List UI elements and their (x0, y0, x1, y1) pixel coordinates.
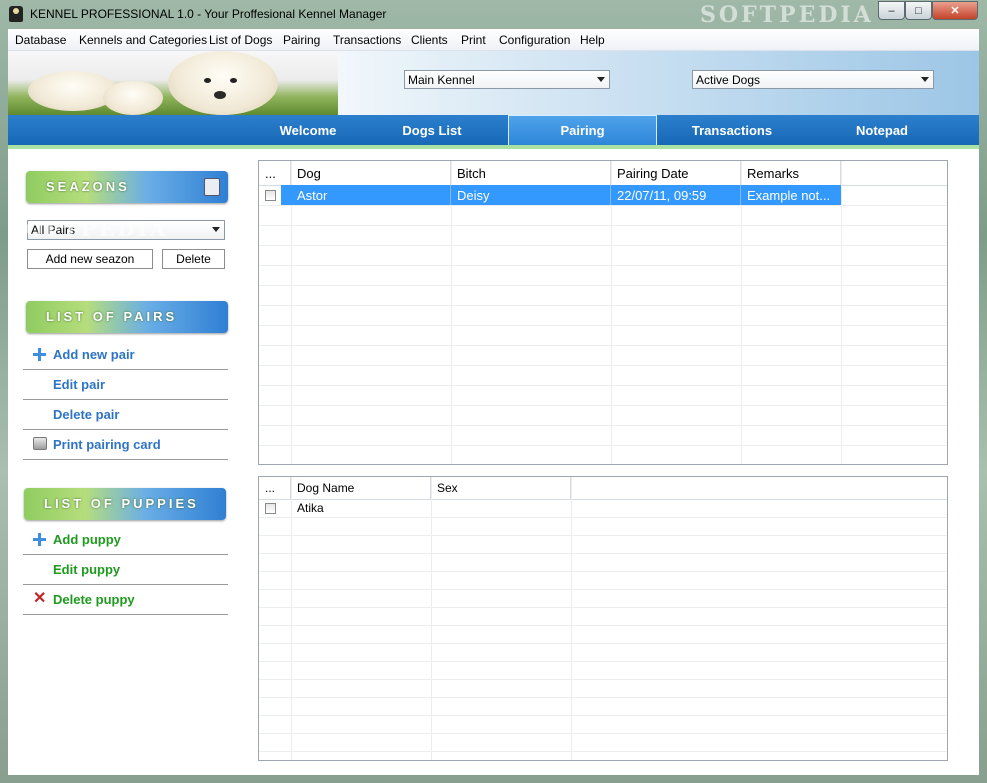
table-row[interactable]: Astor Deisy 22/07/11, 09:59 Example not.… (259, 185, 841, 205)
tab-transactions[interactable]: Transactions (672, 115, 792, 145)
add-season-button[interactable]: Add new seazon (27, 249, 153, 269)
puppies-title: LIST OF PUPPIES (44, 496, 199, 511)
column-header-pairing-date[interactable]: Pairing Date (611, 161, 741, 185)
table-row[interactable]: Atika (259, 499, 571, 517)
menu-database[interactable]: Database (15, 33, 66, 47)
printer-icon (33, 437, 47, 450)
cell-dog-name: Atika (297, 501, 324, 515)
seasons-header: SEAZONS (26, 171, 228, 203)
tab-welcome[interactable]: Welcome (248, 115, 368, 145)
edit-pair-label: Edit pair (53, 377, 106, 392)
print-pairing-card-label: Print pairing card (53, 437, 161, 452)
cell-bitch: Deisy (451, 185, 611, 205)
column-header-remarks[interactable]: Remarks (741, 161, 841, 185)
delete-x-icon: ✕ (33, 590, 47, 607)
pairs-title: LIST OF PAIRS (46, 309, 178, 324)
header-banner: Main Kennel Active Dogs (8, 51, 979, 115)
minimize-button[interactable]: – (878, 1, 905, 20)
kennel-select[interactable]: Main Kennel (404, 70, 610, 89)
chevron-down-icon (921, 77, 929, 82)
seasons-title: SEAZONS (46, 179, 130, 194)
edit-puppy-link[interactable]: Edit puppy (23, 555, 228, 585)
add-pair-link[interactable]: Add new pair (23, 340, 228, 370)
window-title: KENNEL PROFESSIONAL 1.0 - Your Proffesio… (30, 7, 387, 21)
dogs-filter-value: Active Dogs (696, 73, 761, 87)
add-pair-label: Add new pair (53, 347, 135, 362)
chevron-down-icon (212, 227, 220, 232)
row-checkbox[interactable] (265, 503, 276, 514)
cell-dog: Astor (291, 185, 451, 205)
column-header-dog-name[interactable]: Dog Name (291, 477, 431, 499)
cell-pairing-date: 22/07/11, 09:59 (611, 185, 741, 205)
pairs-header: LIST OF PAIRS (26, 301, 228, 333)
tab-pairing[interactable]: Pairing (508, 115, 657, 145)
delete-puppy-label: Delete puppy (53, 592, 135, 607)
delete-pair-label: Delete pair (53, 407, 120, 422)
column-header-select[interactable]: ... (259, 477, 291, 499)
pairs-grid[interactable]: ... Dog Bitch Pairing Date Remarks Astor… (258, 160, 948, 465)
cell-sex (431, 499, 571, 517)
app-icon (9, 6, 23, 22)
delete-season-button[interactable]: Delete (162, 249, 225, 269)
maximize-button[interactable]: □ (905, 1, 932, 20)
tab-notepad[interactable]: Notepad (822, 115, 942, 145)
puppies-photo (8, 51, 338, 115)
column-header-bitch[interactable]: Bitch (451, 161, 611, 185)
tab-dogs-list[interactable]: Dogs List (372, 115, 492, 145)
print-pairing-card-link[interactable]: Print pairing card (23, 430, 228, 460)
menu-help[interactable]: Help (580, 33, 605, 47)
delete-pair-link[interactable]: Delete pair (23, 400, 228, 430)
edit-pair-link[interactable]: Edit pair (23, 370, 228, 400)
chevron-down-icon (597, 77, 605, 82)
delete-puppy-link[interactable]: ✕ Delete puppy (23, 585, 228, 615)
watermark-logo: SOFTPEDIA (8, 217, 169, 241)
dogs-filter-select[interactable]: Active Dogs (692, 70, 934, 89)
menu-configuration[interactable]: Configuration (499, 33, 570, 47)
menu-pairing[interactable]: Pairing (283, 33, 320, 47)
puppies-grid-header: ... Dog Name Sex (259, 477, 947, 500)
column-header-sex[interactable]: Sex (431, 477, 571, 499)
menu-transactions[interactable]: Transactions (333, 33, 401, 47)
title-bar[interactable]: KENNEL PROFESSIONAL 1.0 - Your Proffesio… (0, 0, 987, 29)
pairs-grid-header: ... Dog Bitch Pairing Date Remarks (259, 161, 947, 186)
menu-bar: Database Kennels and Categories List of … (8, 29, 979, 51)
column-header-select[interactable]: ... (259, 161, 291, 185)
add-puppy-label: Add puppy (53, 532, 121, 547)
column-header-dog[interactable]: Dog (291, 161, 451, 185)
edit-puppy-label: Edit puppy (53, 562, 121, 577)
menu-clients[interactable]: Clients (411, 33, 448, 47)
cell-remarks: Example not... (747, 187, 831, 203)
watermark-logo: SOFTPEDIA (700, 2, 874, 28)
menu-kennels-and-categories[interactable]: Kennels and Categories (79, 33, 207, 47)
main-tab-bar: Welcome Dogs List Pairing Transactions N… (8, 115, 979, 149)
close-button[interactable]: ✕ (932, 1, 978, 20)
menu-print[interactable]: Print (461, 33, 486, 47)
client-area: Database Kennels and Categories List of … (8, 29, 979, 775)
menu-list-of-dogs[interactable]: List of Dogs (209, 33, 272, 47)
puppies-grid[interactable]: ... Dog Name Sex Atika (258, 476, 948, 761)
add-puppy-link[interactable]: Add puppy (23, 525, 228, 555)
plus-icon (33, 348, 46, 361)
puppies-header: LIST OF PUPPIES (24, 488, 226, 520)
calendar-icon (204, 178, 220, 196)
kennel-select-value: Main Kennel (408, 73, 475, 87)
plus-icon (33, 533, 46, 546)
row-checkbox[interactable] (265, 190, 276, 201)
